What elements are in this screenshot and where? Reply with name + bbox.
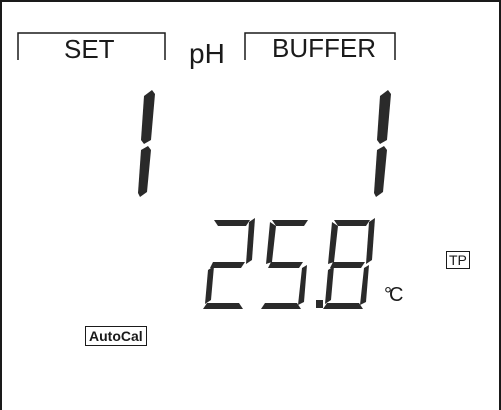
segment	[246, 218, 255, 264]
tp-indicator: TP	[446, 251, 470, 269]
segment	[334, 220, 370, 226]
segment	[360, 265, 369, 305]
segment	[330, 262, 365, 268]
main-digit-1	[138, 90, 155, 197]
decimal-point	[316, 300, 323, 308]
segment	[138, 146, 151, 197]
segment	[214, 220, 250, 226]
segment	[210, 262, 245, 268]
main-digit-2	[374, 90, 391, 197]
segment	[377, 90, 391, 144]
segment	[325, 266, 334, 304]
segment	[366, 218, 375, 264]
segment	[261, 303, 301, 309]
segment	[374, 146, 387, 197]
segment	[298, 265, 307, 305]
lcd-display: SET pH BUFFER °C TP AutoCal	[0, 0, 501, 410]
segment	[266, 222, 276, 264]
segment	[323, 303, 363, 309]
temp-digit-2	[203, 218, 255, 309]
segment	[328, 222, 338, 264]
autocal-indicator: AutoCal	[85, 326, 147, 346]
seven-segment-digits	[138, 90, 391, 309]
segment	[203, 303, 243, 309]
temp-digit-8	[323, 218, 375, 309]
temp-digit-5	[261, 220, 308, 309]
segment	[205, 266, 214, 304]
segment	[272, 220, 308, 226]
celsius-unit-label: °C	[384, 284, 404, 306]
segment	[268, 262, 303, 268]
segment	[141, 90, 155, 144]
